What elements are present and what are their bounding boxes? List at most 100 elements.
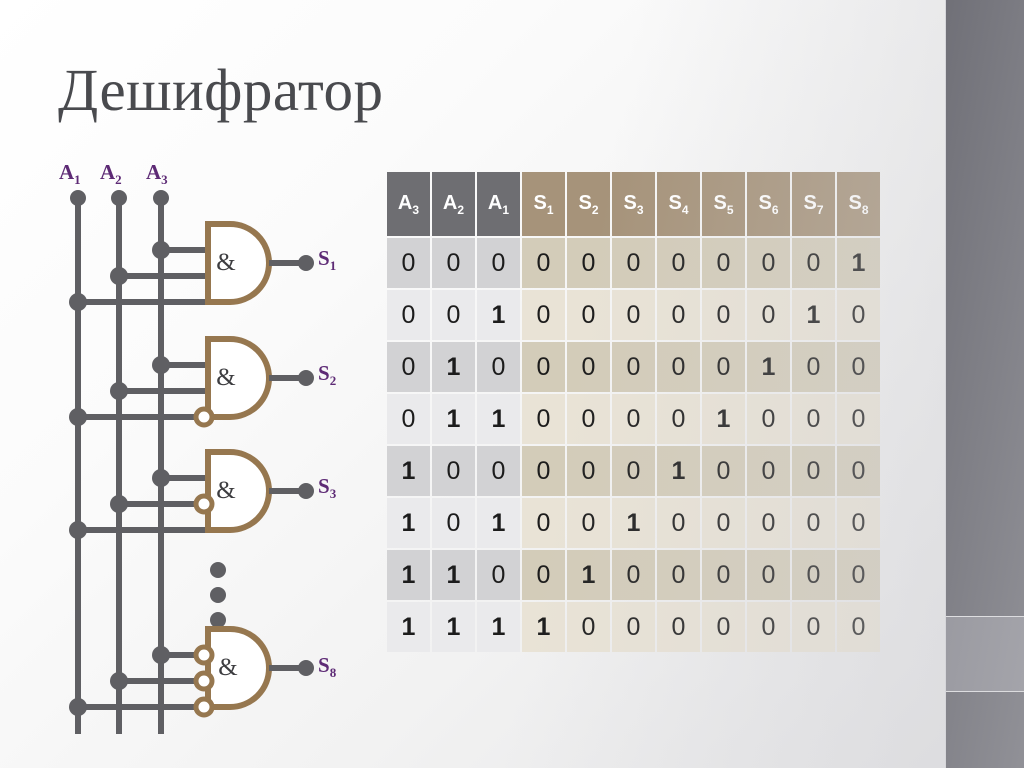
input-terminals bbox=[70, 190, 169, 206]
cell-sel-r5-s3: 0 bbox=[612, 446, 655, 496]
cell-sel-r7-s3: 0 bbox=[612, 550, 655, 600]
cell-addr-r1-c1: 0 bbox=[387, 238, 430, 288]
sidebar-block-top bbox=[946, 0, 1024, 616]
cell-sel-r2-s3: 0 bbox=[612, 290, 655, 340]
cell-addr-r7-c1: 1 bbox=[387, 550, 430, 600]
cell-sel-r8-s4: 0 bbox=[657, 602, 700, 652]
table-row: 00100000010 bbox=[387, 290, 880, 340]
cell-sel-r3-s4: 0 bbox=[657, 342, 700, 392]
inversion-bubble-g3-in2 bbox=[193, 493, 215, 515]
cell-sel-r5-s7: 0 bbox=[792, 446, 835, 496]
cell-sel-r5-s5: 0 bbox=[702, 446, 745, 496]
output-label-s8: S8 bbox=[318, 653, 337, 681]
terminal-dot-a1 bbox=[70, 190, 86, 206]
cell-sel-r4-s8: 0 bbox=[837, 394, 880, 444]
cell-sel-r6-s8: 0 bbox=[837, 498, 880, 548]
cell-sel-r3-s5: 0 bbox=[702, 342, 745, 392]
decoder-circuit-diagram: A1 A2 A3 S1 S2 S3 S8 & & & & bbox=[40, 158, 380, 738]
cell-sel-r3-s1: 0 bbox=[522, 342, 565, 392]
gate-8-symbol: & bbox=[218, 654, 237, 681]
table-row: 00000000001 bbox=[387, 238, 880, 288]
cell-sel-r1-s1: 0 bbox=[522, 238, 565, 288]
terminal-dot-s3 bbox=[298, 483, 314, 499]
cell-sel-r2-s2: 0 bbox=[567, 290, 610, 340]
cell-sel-r8-s8: 0 bbox=[837, 602, 880, 652]
table-header-s8: S8 bbox=[837, 172, 880, 236]
cell-addr-r4-c2: 1 bbox=[432, 394, 475, 444]
cell-sel-r7-s4: 0 bbox=[657, 550, 700, 600]
cell-sel-r4-s2: 0 bbox=[567, 394, 610, 444]
table-header-row: A3 A2 A1 S1 S2 S3 S4 S5 S6 S7 S8 bbox=[387, 172, 880, 236]
cell-sel-r4-s3: 0 bbox=[612, 394, 655, 444]
cell-addr-r4-c1: 0 bbox=[387, 394, 430, 444]
cell-addr-r7-c3: 0 bbox=[477, 550, 520, 600]
input-label-a1: A1 bbox=[59, 160, 81, 188]
cell-sel-r3-s6: 1 bbox=[747, 342, 790, 392]
cell-addr-r1-c3: 0 bbox=[477, 238, 520, 288]
cell-sel-r6-s4: 0 bbox=[657, 498, 700, 548]
cell-sel-r3-s2: 0 bbox=[567, 342, 610, 392]
terminal-dot-s8 bbox=[298, 660, 314, 676]
cell-sel-r6-s5: 0 bbox=[702, 498, 745, 548]
cell-addr-r3-c1: 0 bbox=[387, 342, 430, 392]
cell-addr-r1-c2: 0 bbox=[432, 238, 475, 288]
cell-addr-r8-c1: 1 bbox=[387, 602, 430, 652]
cell-addr-r2-c3: 1 bbox=[477, 290, 520, 340]
cell-addr-r8-c3: 1 bbox=[477, 602, 520, 652]
cell-addr-r6-c2: 0 bbox=[432, 498, 475, 548]
cell-sel-r6-s2: 0 bbox=[567, 498, 610, 548]
cell-addr-r6-c1: 1 bbox=[387, 498, 430, 548]
cell-sel-r2-s1: 0 bbox=[522, 290, 565, 340]
terminal-dot-s1 bbox=[298, 255, 314, 271]
cell-sel-r6-s1: 0 bbox=[522, 498, 565, 548]
cell-sel-r5-s1: 0 bbox=[522, 446, 565, 496]
cell-addr-r7-c2: 1 bbox=[432, 550, 475, 600]
circuit-svg: & & & & bbox=[69, 190, 314, 734]
cell-sel-r8-s6: 0 bbox=[747, 602, 790, 652]
gate-3-symbol: & bbox=[216, 477, 235, 504]
table-body: 0000000000100100000010010000001000110000… bbox=[387, 238, 880, 652]
cell-addr-r3-c2: 1 bbox=[432, 342, 475, 392]
cell-addr-r2-c1: 0 bbox=[387, 290, 430, 340]
cell-sel-r1-s8: 1 bbox=[837, 238, 880, 288]
cell-sel-r4-s6: 0 bbox=[747, 394, 790, 444]
inversion-bubble-g2-in1 bbox=[193, 406, 215, 428]
table-header-s6: S6 bbox=[747, 172, 790, 236]
inversion-bubble-g8-in2 bbox=[193, 670, 215, 692]
cell-addr-r4-c3: 1 bbox=[477, 394, 520, 444]
cell-sel-r1-s7: 0 bbox=[792, 238, 835, 288]
table-header-s3: S3 bbox=[612, 172, 655, 236]
cell-addr-r5-c3: 0 bbox=[477, 446, 520, 496]
cell-addr-r5-c2: 0 bbox=[432, 446, 475, 496]
cell-sel-r1-s2: 0 bbox=[567, 238, 610, 288]
sidebar-block-bottom bbox=[946, 692, 1024, 768]
cell-sel-r4-s4: 0 bbox=[657, 394, 700, 444]
cell-sel-r6-s6: 0 bbox=[747, 498, 790, 548]
cell-sel-r6-s7: 0 bbox=[792, 498, 835, 548]
cell-sel-r3-s3: 0 bbox=[612, 342, 655, 392]
cell-sel-r7-s8: 0 bbox=[837, 550, 880, 600]
cell-sel-r4-s7: 0 bbox=[792, 394, 835, 444]
cell-addr-r3-c3: 0 bbox=[477, 342, 520, 392]
cell-sel-r5-s2: 0 bbox=[567, 446, 610, 496]
input-label-a3: A3 bbox=[146, 160, 168, 188]
and-gate-8 bbox=[205, 626, 272, 710]
cell-sel-r8-s3: 0 bbox=[612, 602, 655, 652]
cell-sel-r3-s8: 0 bbox=[837, 342, 880, 392]
output-label-s3: S3 bbox=[318, 474, 337, 502]
cell-sel-r2-s6: 0 bbox=[747, 290, 790, 340]
cell-sel-r7-s2: 1 bbox=[567, 550, 610, 600]
terminal-dot-a2 bbox=[111, 190, 127, 206]
table-row: 11001000000 bbox=[387, 550, 880, 600]
cell-sel-r1-s4: 0 bbox=[657, 238, 700, 288]
cell-sel-r7-s6: 0 bbox=[747, 550, 790, 600]
cell-sel-r5-s8: 0 bbox=[837, 446, 880, 496]
cell-sel-r7-s5: 0 bbox=[702, 550, 745, 600]
cell-sel-r4-s5: 1 bbox=[702, 394, 745, 444]
cell-sel-r8-s5: 0 bbox=[702, 602, 745, 652]
table-row: 10100100000 bbox=[387, 498, 880, 548]
inversion-bubble-g8-in3 bbox=[193, 644, 215, 666]
cell-sel-r2-s5: 0 bbox=[702, 290, 745, 340]
cell-sel-r7-s7: 0 bbox=[792, 550, 835, 600]
table-row: 01000000100 bbox=[387, 342, 880, 392]
